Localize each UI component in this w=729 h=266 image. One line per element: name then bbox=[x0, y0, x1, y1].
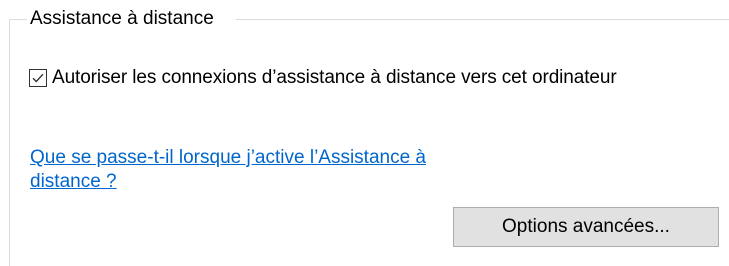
advanced-options-button[interactable]: Options avancées... bbox=[453, 207, 719, 247]
groupbox-title: Assistance à distance bbox=[30, 8, 214, 29]
allow-remote-assistance-checkbox-row[interactable]: Autoriser les connexions d’assistance à … bbox=[29, 66, 617, 90]
checkmark-icon bbox=[32, 73, 44, 83]
groupbox-border-top-right bbox=[236, 19, 729, 20]
groupbox-border-top-left bbox=[9, 19, 27, 20]
groupbox-border-left bbox=[9, 19, 10, 266]
help-link-line-1[interactable]: Que se passe-t-il lorsque j’active l’Ass… bbox=[30, 146, 490, 170]
remote-assistance-help-link[interactable]: Que se passe-t-il lorsque j’active l’Ass… bbox=[30, 146, 490, 194]
help-link-line-2[interactable]: distance ? bbox=[30, 170, 490, 194]
allow-remote-assistance-checkbox[interactable] bbox=[29, 69, 47, 87]
remote-assistance-panel: Assistance à distance Autoriser les conn… bbox=[0, 0, 729, 266]
allow-remote-assistance-label[interactable]: Autoriser les connexions d’assistance à … bbox=[52, 66, 617, 90]
